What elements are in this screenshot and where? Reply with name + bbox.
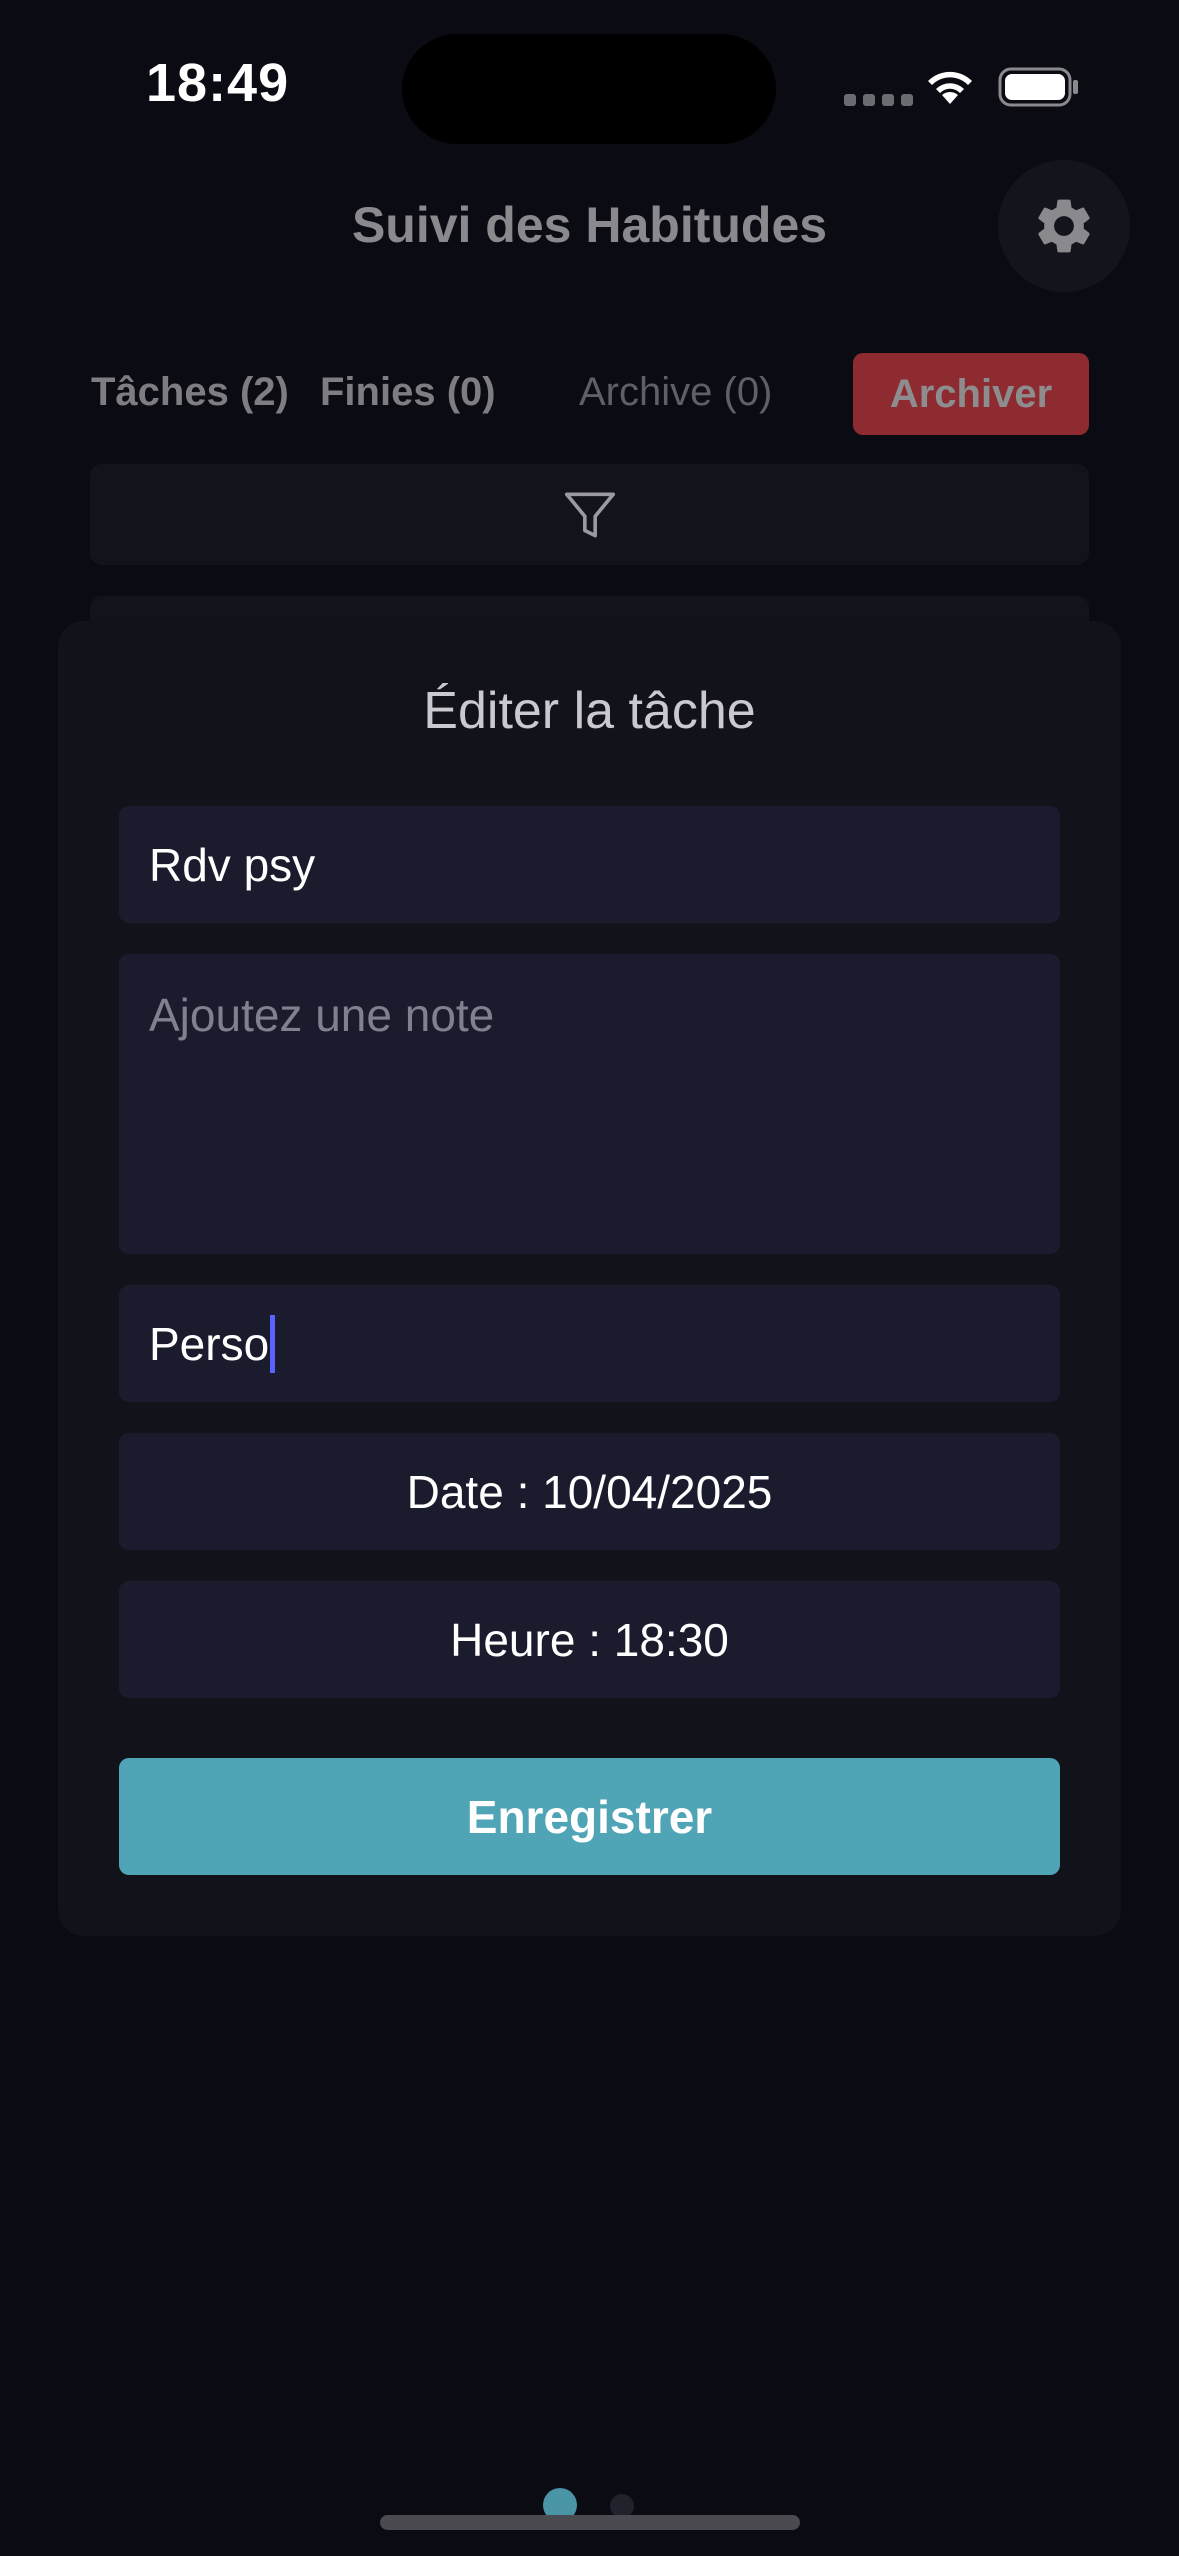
- settings-button[interactable]: [998, 160, 1130, 292]
- date-picker-button[interactable]: Date : 10/04/2025: [119, 1433, 1060, 1550]
- time-label: Heure : 18:30: [450, 1613, 729, 1666]
- tab-archive[interactable]: Archive (0): [579, 370, 772, 415]
- status-time: 18:49: [146, 53, 290, 113]
- app-screen: 18:49 Suivi des Habitudes Tâches (2) Fin…: [0, 0, 1179, 2556]
- modal-title: Éditer la tâche: [423, 682, 756, 740]
- home-indicator[interactable]: [380, 2515, 800, 2530]
- tab-tasks[interactable]: Tâches (2): [91, 370, 289, 415]
- task-note-textarea[interactable]: Ajoutez une note: [119, 954, 1060, 1254]
- dynamic-island: [402, 34, 776, 144]
- tab-finished[interactable]: Finies (0): [320, 370, 496, 415]
- battery-icon: [998, 67, 1078, 107]
- filter-button[interactable]: [90, 464, 1089, 565]
- date-label: Date : 10/04/2025: [406, 1465, 773, 1518]
- task-name-input[interactable]: Rdv psy: [119, 806, 1060, 923]
- text-caret: [270, 1314, 276, 1373]
- edit-task-modal: Éditer la tâche Rdv psy Ajoutez une note…: [58, 621, 1121, 1936]
- gear-icon: [1038, 199, 1090, 253]
- wifi-icon: [928, 71, 972, 104]
- archive-button[interactable]: Archiver: [853, 353, 1089, 435]
- save-button[interactable]: Enregistrer: [119, 1758, 1060, 1875]
- task-category-input[interactable]: Perso: [119, 1285, 1060, 1402]
- filter-icon: [564, 492, 615, 537]
- category-value: Perso: [149, 1317, 270, 1370]
- time-picker-button[interactable]: Heure : 18:30: [119, 1581, 1060, 1698]
- cellular-signal-icon: [844, 94, 913, 106]
